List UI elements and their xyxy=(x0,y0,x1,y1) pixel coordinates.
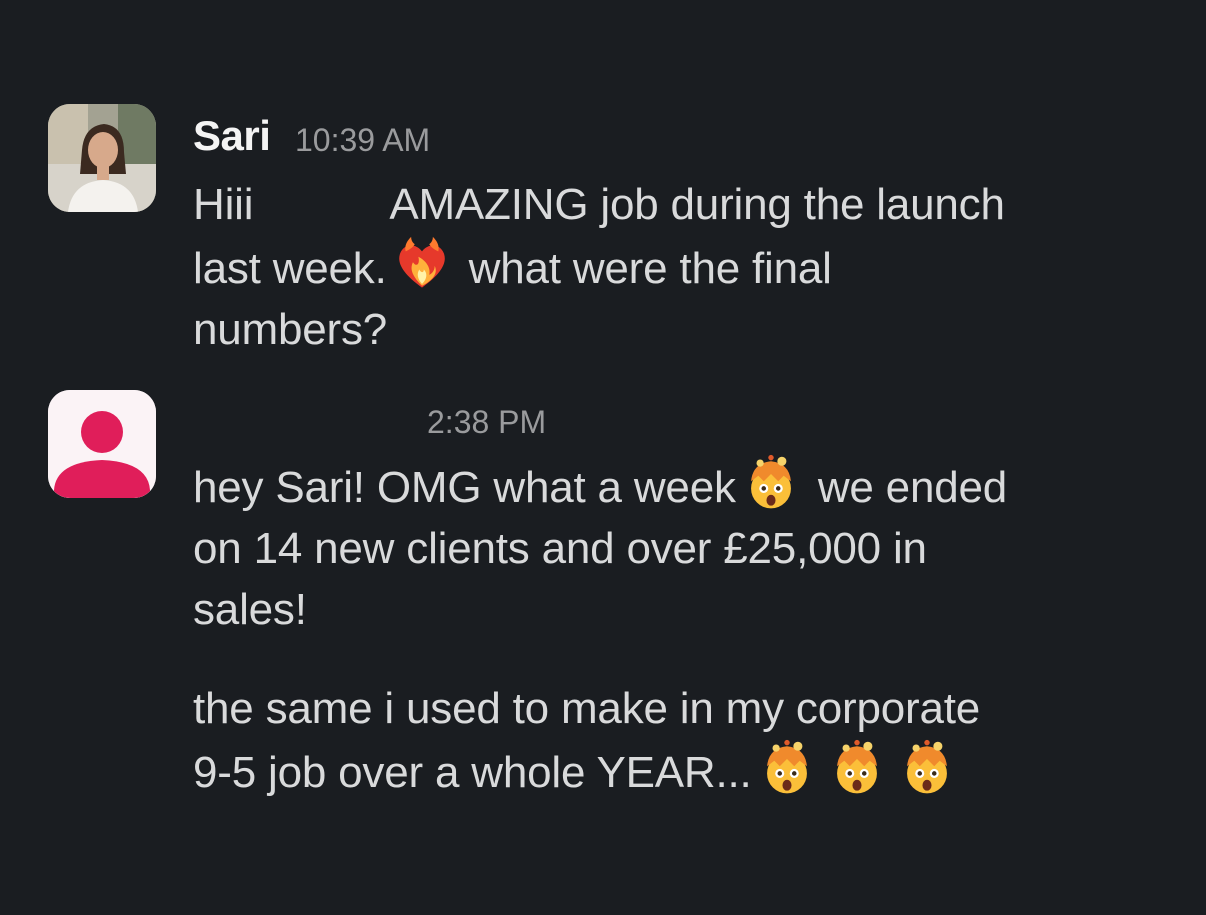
message-text-segment: AMAZING job during the launch xyxy=(389,180,1005,229)
exploding-head-icon xyxy=(906,739,947,794)
message-timestamp[interactable]: 10:39 AM xyxy=(295,122,430,159)
exploding-head-icon xyxy=(766,739,807,794)
exploding-head-icon xyxy=(836,739,877,794)
message-text-segment: on 14 new clients and over £25,000 in xyxy=(193,524,927,573)
message-text-segment: sales! xyxy=(193,585,307,634)
heart-on-fire-icon xyxy=(398,236,445,288)
avatar-photo-icon xyxy=(48,104,156,212)
message-text-segment: last week. xyxy=(193,244,387,293)
sender-name[interactable]: Sari xyxy=(193,112,271,160)
message-text-segment: numbers? xyxy=(193,305,388,354)
message-text-segment: the same i used to make in my corporate xyxy=(193,684,981,733)
message-text-segment: 9-5 job over a whole YEAR... xyxy=(193,748,752,797)
avatar-default[interactable] xyxy=(48,390,156,498)
message-text-segment: hey Sari! OMG what a week xyxy=(193,463,736,512)
message-text-segment: we ended xyxy=(817,463,1008,512)
message-text: the same i used to make in my corporate … xyxy=(193,678,1153,803)
avatar-sari[interactable] xyxy=(48,104,156,212)
message-text-segment: Hiii xyxy=(193,180,254,229)
exploding-head-icon xyxy=(750,454,791,509)
message-text: hey Sari! OMG what a week we ended on 14… xyxy=(193,454,1153,640)
user-silhouette-icon xyxy=(48,390,156,498)
message-timestamp[interactable]: 2:38 PM xyxy=(427,404,546,441)
message-text-segment: what were the final xyxy=(468,244,832,293)
message-text: Hiii AMAZING job during the launch last w… xyxy=(193,174,1153,360)
